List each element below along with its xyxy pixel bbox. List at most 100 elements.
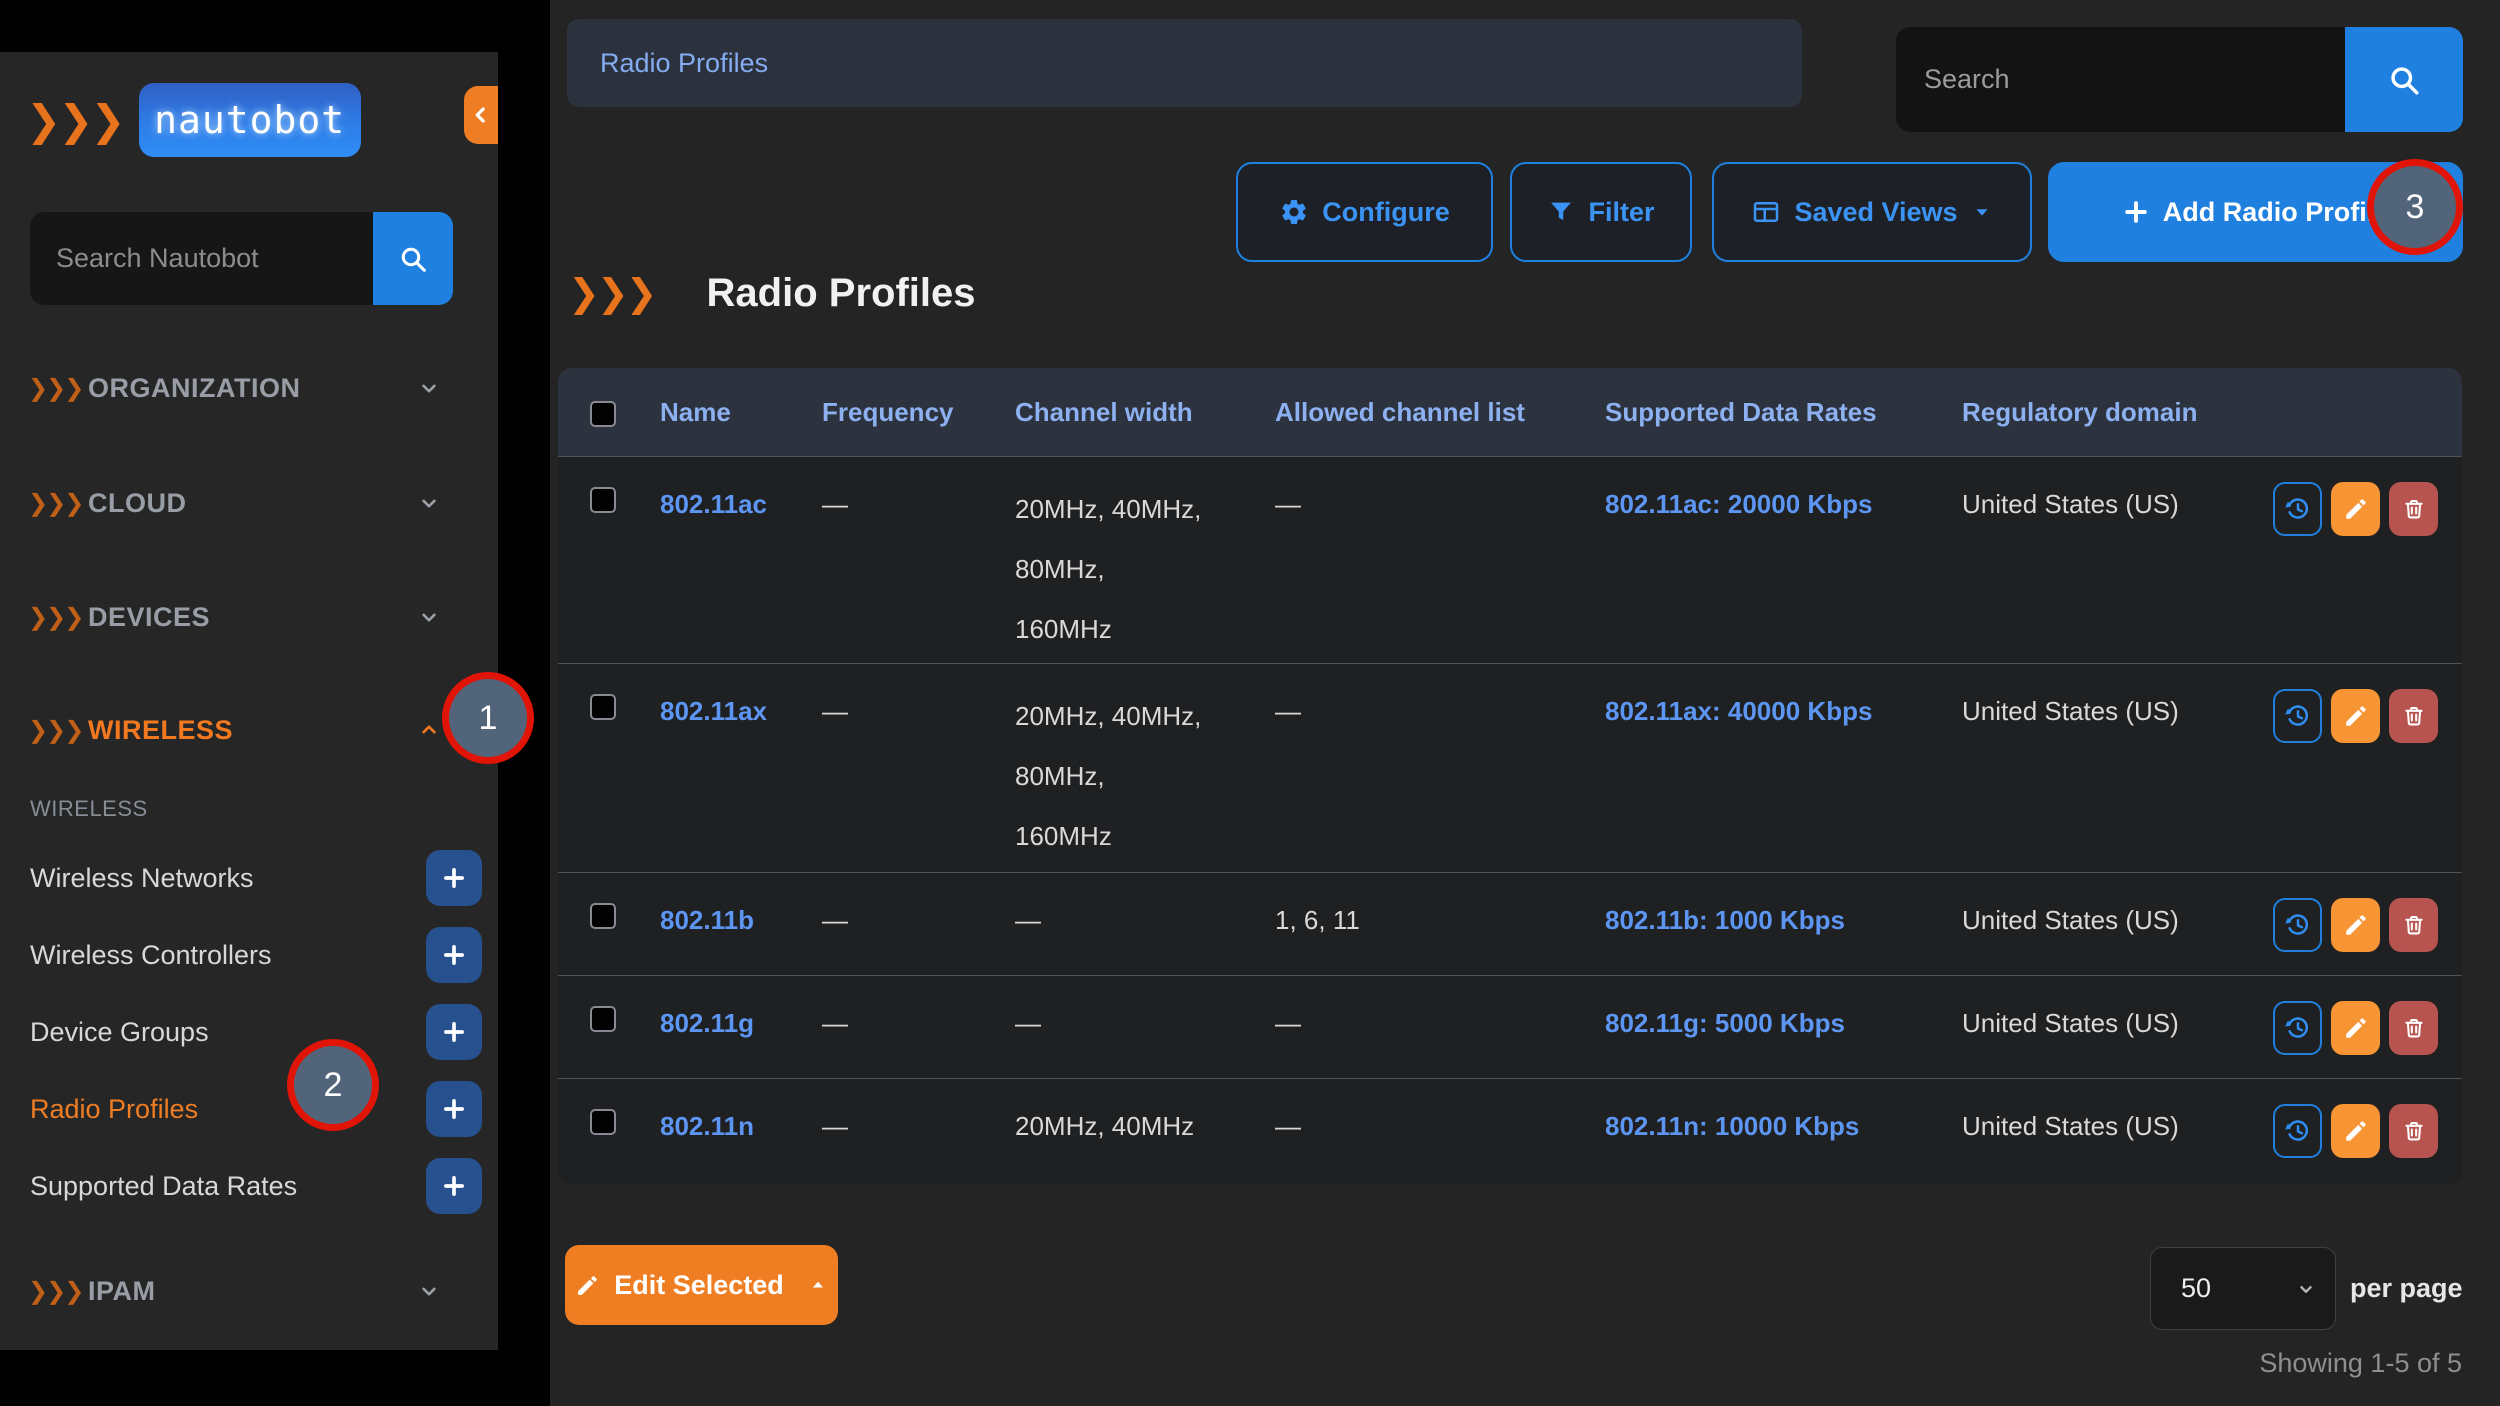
row-checkbox[interactable] (590, 1109, 616, 1135)
saved-views-button[interactable]: Saved Views (1712, 162, 2032, 262)
nautobot-app: ❯❯❯ nautobot ❯❯❯ ORGANIZATION (0, 0, 2500, 1406)
annotation-step-2: 2 (287, 1039, 379, 1131)
column-header-channel-width[interactable]: Channel width (1015, 397, 1275, 428)
edit-button[interactable] (2331, 482, 2380, 536)
sidebar-item-cloud[interactable]: ❯❯❯ CLOUD (0, 473, 498, 533)
sidebar-item-wireless-networks[interactable]: Wireless Networks (0, 850, 420, 906)
select-all-checkbox[interactable] (590, 401, 616, 427)
pencil-icon (2343, 912, 2369, 938)
pencil-icon (2343, 496, 2369, 522)
plus-icon (441, 1173, 467, 1199)
allowed-channel-list-cell: — (1275, 1079, 1605, 1143)
row-checkbox[interactable] (590, 487, 616, 513)
column-header-supported-data-rates[interactable]: Supported Data Rates (1605, 397, 1962, 428)
sidebar-item-wireless[interactable]: ❯❯❯ WIRELESS (0, 700, 498, 760)
delete-button[interactable] (2389, 689, 2438, 743)
table-row: 802.11g — — — 802.11g: 5000 Kbps United … (558, 975, 2462, 1078)
delete-button[interactable] (2389, 482, 2438, 536)
sidebar-item-label: IPAM (88, 1276, 156, 1307)
column-header-regulatory-domain[interactable]: Regulatory domain (1962, 397, 2272, 428)
regulatory-domain-cell: United States (US) (1962, 873, 2272, 937)
radio-profile-link[interactable]: 802.11b (660, 905, 754, 935)
radio-profiles-table: Name Frequency Channel width Allowed cha… (558, 368, 2462, 1185)
search-button[interactable] (2345, 27, 2463, 132)
edit-selected-button[interactable]: Edit Selected (565, 1245, 838, 1325)
supported-data-rate-link[interactable]: 802.11g: 5000 Kbps (1605, 1008, 1845, 1038)
changelog-button[interactable] (2273, 898, 2322, 952)
logo-text: nautobot (154, 98, 345, 142)
annotation-number: 3 (2406, 188, 2425, 227)
sidebar-item-ipam[interactable]: ❯❯❯ IPAM (0, 1261, 498, 1321)
delete-button[interactable] (2389, 1104, 2438, 1158)
edit-button[interactable] (2331, 689, 2380, 743)
sidebar-search-input[interactable] (30, 212, 373, 305)
add-radio-profile-sidebar-button[interactable] (426, 1081, 482, 1137)
add-wireless-network-button[interactable] (426, 850, 482, 906)
filter-button[interactable]: Filter (1510, 162, 1692, 262)
column-header-allowed-channel-list[interactable]: Allowed channel list (1275, 397, 1605, 428)
edit-button[interactable] (2331, 1104, 2380, 1158)
chevron-up-icon (416, 717, 442, 743)
column-header-frequency[interactable]: Frequency (822, 397, 1015, 428)
table-row: 802.11b — — 1, 6, 11 802.11b: 1000 Kbps … (558, 872, 2462, 975)
radio-profile-link[interactable]: 802.11ac (660, 489, 767, 519)
sidebar-search-button[interactable] (373, 212, 453, 305)
breadcrumb[interactable]: Radio Profiles (567, 19, 1802, 107)
trash-icon (2401, 496, 2427, 522)
changelog-button[interactable] (2273, 482, 2322, 536)
frequency-cell: — (822, 976, 1015, 1040)
row-checkbox[interactable] (590, 903, 616, 929)
allowed-channel-list-cell: 1, 6, 11 (1275, 873, 1605, 937)
table-row: 802.11ac — 20MHz, 40MHz, 80MHz, 160MHz —… (558, 456, 2462, 663)
supported-data-rate-link[interactable]: 802.11n: 10000 Kbps (1605, 1111, 1859, 1141)
annotation-step-1: 1 (442, 672, 534, 764)
chevron-down-icon (416, 375, 442, 401)
delete-button[interactable] (2389, 898, 2438, 952)
edit-button[interactable] (2331, 1001, 2380, 1055)
add-wireless-controller-button[interactable] (426, 927, 482, 983)
radio-profile-link[interactable]: 802.11ax (660, 696, 767, 726)
changelog-button[interactable] (2273, 1001, 2322, 1055)
radio-profile-link[interactable]: 802.11n (660, 1111, 754, 1141)
edit-button[interactable] (2331, 898, 2380, 952)
add-supported-data-rate-button[interactable] (426, 1158, 482, 1214)
channel-width-cell: — (1015, 976, 1275, 1040)
sub-item-label: Supported Data Rates (30, 1171, 297, 1202)
supported-data-rate-link[interactable]: 802.11ac: 20000 Kbps (1605, 489, 1872, 519)
changelog-button[interactable] (2273, 689, 2322, 743)
sub-item-label: Wireless Controllers (30, 940, 272, 971)
changelog-button[interactable] (2273, 1104, 2322, 1158)
supported-data-rate-link[interactable]: 802.11b: 1000 Kbps (1605, 905, 1845, 935)
sidebar-item-supported-data-rates[interactable]: Supported Data Rates (0, 1158, 420, 1214)
sidebar-item-organization[interactable]: ❯❯❯ ORGANIZATION (0, 358, 498, 418)
sidebar-item-devices[interactable]: ❯❯❯ DEVICES (0, 587, 498, 647)
search-input[interactable] (1896, 27, 2345, 132)
history-icon (2283, 1116, 2313, 1146)
radio-profile-link[interactable]: 802.11g (660, 1008, 754, 1038)
channel-width-cell: 20MHz, 40MHz, 80MHz, 160MHz (1015, 457, 1275, 659)
breadcrumb-label: Radio Profiles (600, 48, 768, 79)
pencil-icon (2343, 1015, 2369, 1041)
trash-icon (2401, 1015, 2427, 1041)
sidebar-item-wireless-controllers[interactable]: Wireless Controllers (0, 927, 420, 983)
add-device-group-button[interactable] (426, 1004, 482, 1060)
regulatory-domain-cell: United States (US) (1962, 664, 2272, 728)
delete-button[interactable] (2389, 1001, 2438, 1055)
row-checkbox[interactable] (590, 1006, 616, 1032)
sidebar-collapse-button[interactable] (464, 86, 498, 144)
frequency-cell: — (822, 664, 1015, 728)
nautobot-logo[interactable]: nautobot (139, 83, 361, 157)
logo[interactable]: ❯❯❯ nautobot (26, 82, 361, 158)
pencil-icon (2343, 703, 2369, 729)
filter-icon (1547, 198, 1575, 226)
row-checkbox[interactable] (590, 694, 616, 720)
add-radio-profile-label: Add Radio Profile (2163, 197, 2390, 228)
page-size-select[interactable]: 50 (2150, 1247, 2336, 1330)
caret-up-icon (808, 1275, 828, 1295)
column-header-name[interactable]: Name (660, 397, 822, 428)
configure-button[interactable]: Configure (1236, 162, 1493, 262)
supported-data-rate-link[interactable]: 802.11ax: 40000 Kbps (1605, 696, 1872, 726)
title-arrows-icon: ❯❯❯ (568, 271, 655, 315)
sidebar-item-label: CLOUD (88, 488, 187, 519)
frequency-cell: — (822, 873, 1015, 937)
